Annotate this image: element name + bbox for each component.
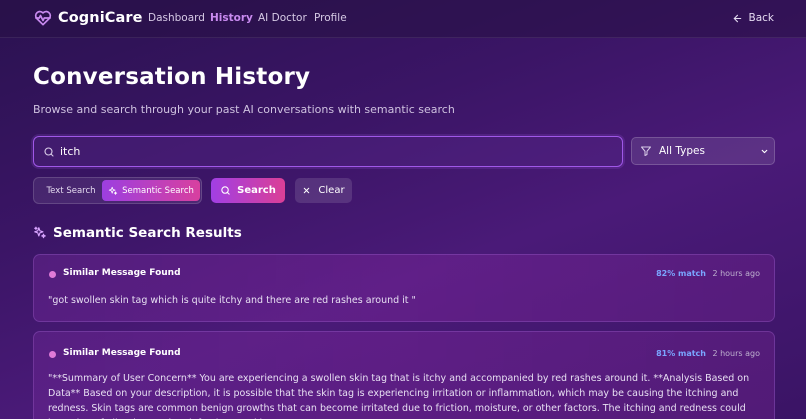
close-icon [304,187,310,194]
result-heading: Similar Message Found [63,268,181,278]
chevron-down-icon [760,147,769,156]
match-score: 82% match [656,269,706,278]
filter-icon [640,145,652,157]
nav-link-history[interactable]: History [210,12,253,24]
top-nav: CogniCare Dashboard History AI Doctor Pr… [0,0,806,38]
result-dot [49,351,56,358]
arrow-left-icon [733,14,741,22]
sparkles-icon [108,186,118,195]
result-dot [49,271,56,278]
match-score: 81% match [656,349,706,358]
clear-button-label: Clear [318,185,345,196]
nav-link-dashboard[interactable]: Dashboard [148,12,205,24]
search-input[interactable] [60,137,622,166]
type-filter-value: All Types [659,145,705,157]
page-title: Conversation History [33,64,311,90]
nav-link-profile[interactable]: Profile [314,12,347,24]
text-search-tab[interactable]: Text Search [39,181,103,200]
semantic-search-tab[interactable]: Semantic Search [102,180,200,201]
result-text: "got swollen skin tag which is quite itc… [48,295,416,306]
result-text: "**Summary of User Concern** You are exp… [48,373,750,419]
search-button[interactable]: Search [211,178,285,203]
search-mode-toggle: Text Search Semantic Search [33,177,202,204]
clear-button[interactable]: Clear [295,178,352,203]
back-label: Back [748,12,775,24]
search-button-label: Search [237,185,276,196]
result-timestamp: 2 hours ago [712,349,760,358]
result-timestamp: 2 hours ago [712,269,760,278]
sparkles-icon [34,226,46,239]
result-card[interactable]: Similar Message Found 82% match 2 hours … [33,254,775,322]
heart-pulse-icon [34,10,52,26]
back-button[interactable]: Back [732,12,775,24]
brand[interactable]: CogniCare [33,8,143,28]
search-icon [43,146,55,158]
semantic-search-label: Semantic Search [122,185,194,196]
type-filter-select[interactable]: All Types [631,137,775,165]
search-icon [221,186,230,195]
brand-name: CogniCare [58,10,143,26]
search-box [33,136,623,167]
result-card[interactable]: Similar Message Found 81% match 2 hours … [33,331,775,419]
results-heading: Semantic Search Results [33,225,242,241]
page-subtitle: Browse and search through your past AI c… [33,103,455,116]
results-title: Semantic Search Results [53,225,242,241]
nav-link-ai-doctor[interactable]: AI Doctor [258,12,307,24]
result-heading: Similar Message Found [63,348,181,358]
